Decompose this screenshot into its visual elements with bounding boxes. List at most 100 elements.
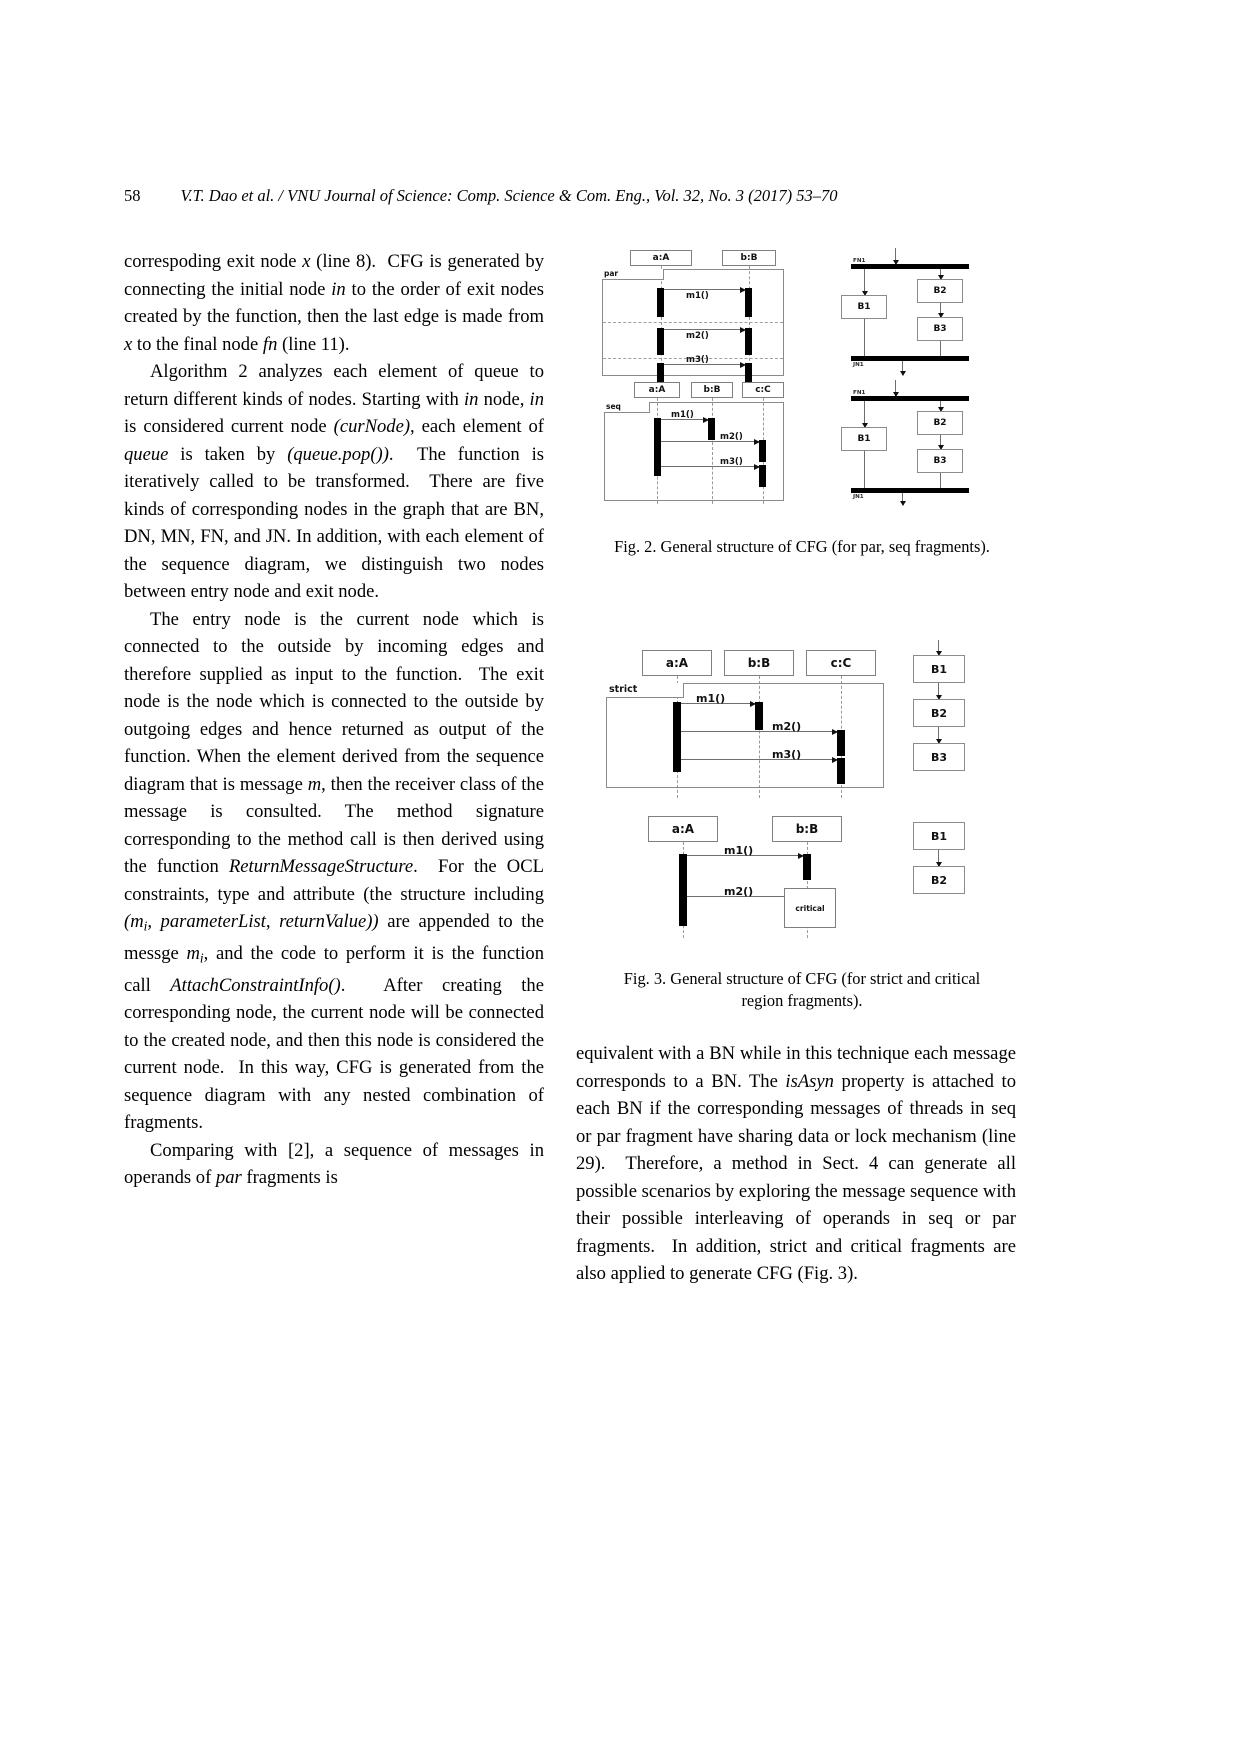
message-label-m1: m1() bbox=[671, 410, 694, 420]
fork-bar-label: FN1 bbox=[853, 258, 866, 264]
message-label-m1: m1() bbox=[696, 692, 726, 705]
fork-bar bbox=[851, 396, 969, 401]
activation-bar bbox=[673, 702, 681, 772]
cfg-edge-outgoing bbox=[899, 493, 906, 506]
cfg-node-B2: B2 bbox=[913, 866, 965, 894]
lifeline-head-bB: b:B bbox=[724, 650, 794, 676]
left-column: correspoding exit node x (line 8). CFG i… bbox=[124, 248, 544, 1192]
lifeline-head-cC: c:C bbox=[806, 650, 876, 676]
cfg-node-B1: B1 bbox=[913, 822, 965, 850]
activation-bar bbox=[657, 288, 664, 317]
paragraph-3: The entry node is the current node which… bbox=[124, 608, 544, 1134]
cfg-edge bbox=[861, 401, 868, 428]
fig3-sequence-diagram-critical: a:A b:B m1() m2() critical bbox=[576, 808, 846, 938]
cfg-edge bbox=[864, 319, 865, 357]
figure-3-caption: Fig. 3. General structure of CFG (for st… bbox=[623, 969, 981, 1010]
cfg-node-B2: B2 bbox=[913, 699, 965, 727]
fork-bar bbox=[851, 264, 969, 269]
lifeline-head-bB: b:B bbox=[722, 250, 776, 266]
activation-bar bbox=[657, 328, 664, 355]
message-label-m3: m3() bbox=[720, 457, 743, 467]
cfg-edge-outgoing bbox=[899, 361, 906, 376]
cfg-node-B3: B3 bbox=[917, 449, 963, 473]
paragraph-1: correspoding exit node x (line 8). CFG i… bbox=[124, 251, 544, 355]
figure-2: a:A b:B par m1() m2() m3() a:A b:B c:C s… bbox=[576, 246, 1028, 576]
cfg-edge bbox=[940, 341, 941, 357]
cfg-edge bbox=[937, 269, 944, 280]
figure-3: a:A b:B c:C strict m1() m2() m3() B1 B2 bbox=[576, 640, 1028, 1015]
message-arrow bbox=[661, 463, 760, 470]
message-arrow bbox=[664, 286, 746, 293]
running-head: 58 V.T. Dao et al. / VNU Journal of Scien… bbox=[124, 186, 1124, 206]
cfg-node-B3: B3 bbox=[917, 317, 963, 341]
activation-bar bbox=[745, 328, 752, 355]
cfg-edge bbox=[935, 727, 942, 744]
cfg-node-B3: B3 bbox=[913, 743, 965, 771]
fork-bar-label: FN1 bbox=[853, 390, 866, 396]
cfg-edge bbox=[864, 451, 865, 489]
message-label-m1: m1() bbox=[724, 844, 754, 857]
fragment-operator-label: par bbox=[602, 269, 664, 280]
fig2-sequence-diagram-par: a:A b:B par m1() m2() m3() bbox=[576, 246, 784, 385]
paragraph-4: Comparing with [2], a sequence of messag… bbox=[124, 1139, 544, 1189]
cfg-edge-incoming bbox=[892, 380, 899, 397]
cfg-node-B2: B2 bbox=[917, 279, 963, 303]
fragment-operator-label: seq bbox=[604, 402, 650, 413]
join-bar bbox=[851, 356, 969, 361]
message-label-m2: m2() bbox=[686, 331, 709, 341]
activation-bar bbox=[837, 730, 845, 756]
lifeline-head-bB: b:B bbox=[691, 382, 733, 398]
activation-bar bbox=[837, 758, 845, 784]
page-canvas: 58 V.T. Dao et al. / VNU Journal of Scien… bbox=[0, 0, 1240, 1753]
message-label-m1: m1() bbox=[686, 291, 709, 301]
join-bar-label: JN1 bbox=[853, 362, 864, 368]
page-number: 58 bbox=[124, 186, 141, 205]
fig3-cfg-critical: B1 B2 bbox=[898, 808, 1008, 938]
cfg-edge bbox=[935, 850, 942, 867]
message-label-m2: m2() bbox=[720, 432, 743, 442]
lifeline-head-aA: a:A bbox=[648, 816, 718, 842]
fig2-cfg-seq: FN1 B1 B2 B3 JN1 bbox=[806, 380, 976, 508]
cfg-edge bbox=[937, 303, 944, 318]
message-label-m3: m3() bbox=[772, 748, 802, 761]
activation-bar bbox=[759, 440, 766, 462]
lifeline-head-aA: a:A bbox=[634, 382, 680, 398]
cfg-edge-incoming bbox=[892, 248, 899, 265]
message-label-m2: m2() bbox=[772, 720, 802, 733]
activation-bar bbox=[679, 854, 687, 926]
message-arrow bbox=[681, 756, 838, 763]
operand-divider bbox=[603, 322, 783, 323]
cfg-edge-incoming bbox=[935, 640, 942, 656]
cfg-edge bbox=[935, 683, 942, 700]
lifeline-head-bB: b:B bbox=[772, 816, 842, 842]
cfg-edge bbox=[937, 435, 944, 450]
paragraph-2: Algorithm 2 analyzes each element of que… bbox=[124, 361, 544, 602]
fig2-sequence-diagram-seq: a:A b:B c:C seq m1() m2() m3() bbox=[576, 380, 784, 505]
message-label-m3: m3() bbox=[686, 355, 709, 365]
activation-bar bbox=[759, 465, 766, 487]
lifeline-head-aA: a:A bbox=[642, 650, 712, 676]
lifeline-head-aA: a:A bbox=[630, 250, 692, 266]
activation-bar bbox=[755, 702, 763, 730]
cfg-edge bbox=[940, 473, 941, 489]
message-arrow bbox=[661, 438, 760, 445]
fragment-operator-label: strict bbox=[606, 683, 684, 698]
fig3-cfg-strict: B1 B2 B3 bbox=[898, 640, 1008, 800]
combined-fragment-frame bbox=[604, 402, 784, 501]
cfg-node-B2: B2 bbox=[917, 411, 963, 435]
join-bar-label: JN1 bbox=[853, 494, 864, 500]
running-head-text: V.T. Dao et al. / VNU Journal of Science… bbox=[180, 186, 838, 205]
lifeline-head-cC: c:C bbox=[742, 382, 784, 398]
cfg-node-B1: B1 bbox=[913, 655, 965, 683]
cfg-edge bbox=[861, 269, 868, 296]
activation-bar bbox=[708, 418, 715, 440]
right-column: equivalent with a BN while in this techn… bbox=[576, 1040, 1016, 1288]
activation-bar bbox=[654, 418, 661, 476]
cfg-node-B1: B1 bbox=[841, 427, 887, 451]
critical-region-box: critical bbox=[784, 888, 836, 928]
message-arrow bbox=[664, 326, 746, 333]
cfg-edge bbox=[937, 401, 944, 412]
join-bar bbox=[851, 488, 969, 493]
right-paragraph-1: equivalent with a BN while in this techn… bbox=[576, 1043, 1016, 1284]
message-arrow bbox=[681, 728, 838, 735]
